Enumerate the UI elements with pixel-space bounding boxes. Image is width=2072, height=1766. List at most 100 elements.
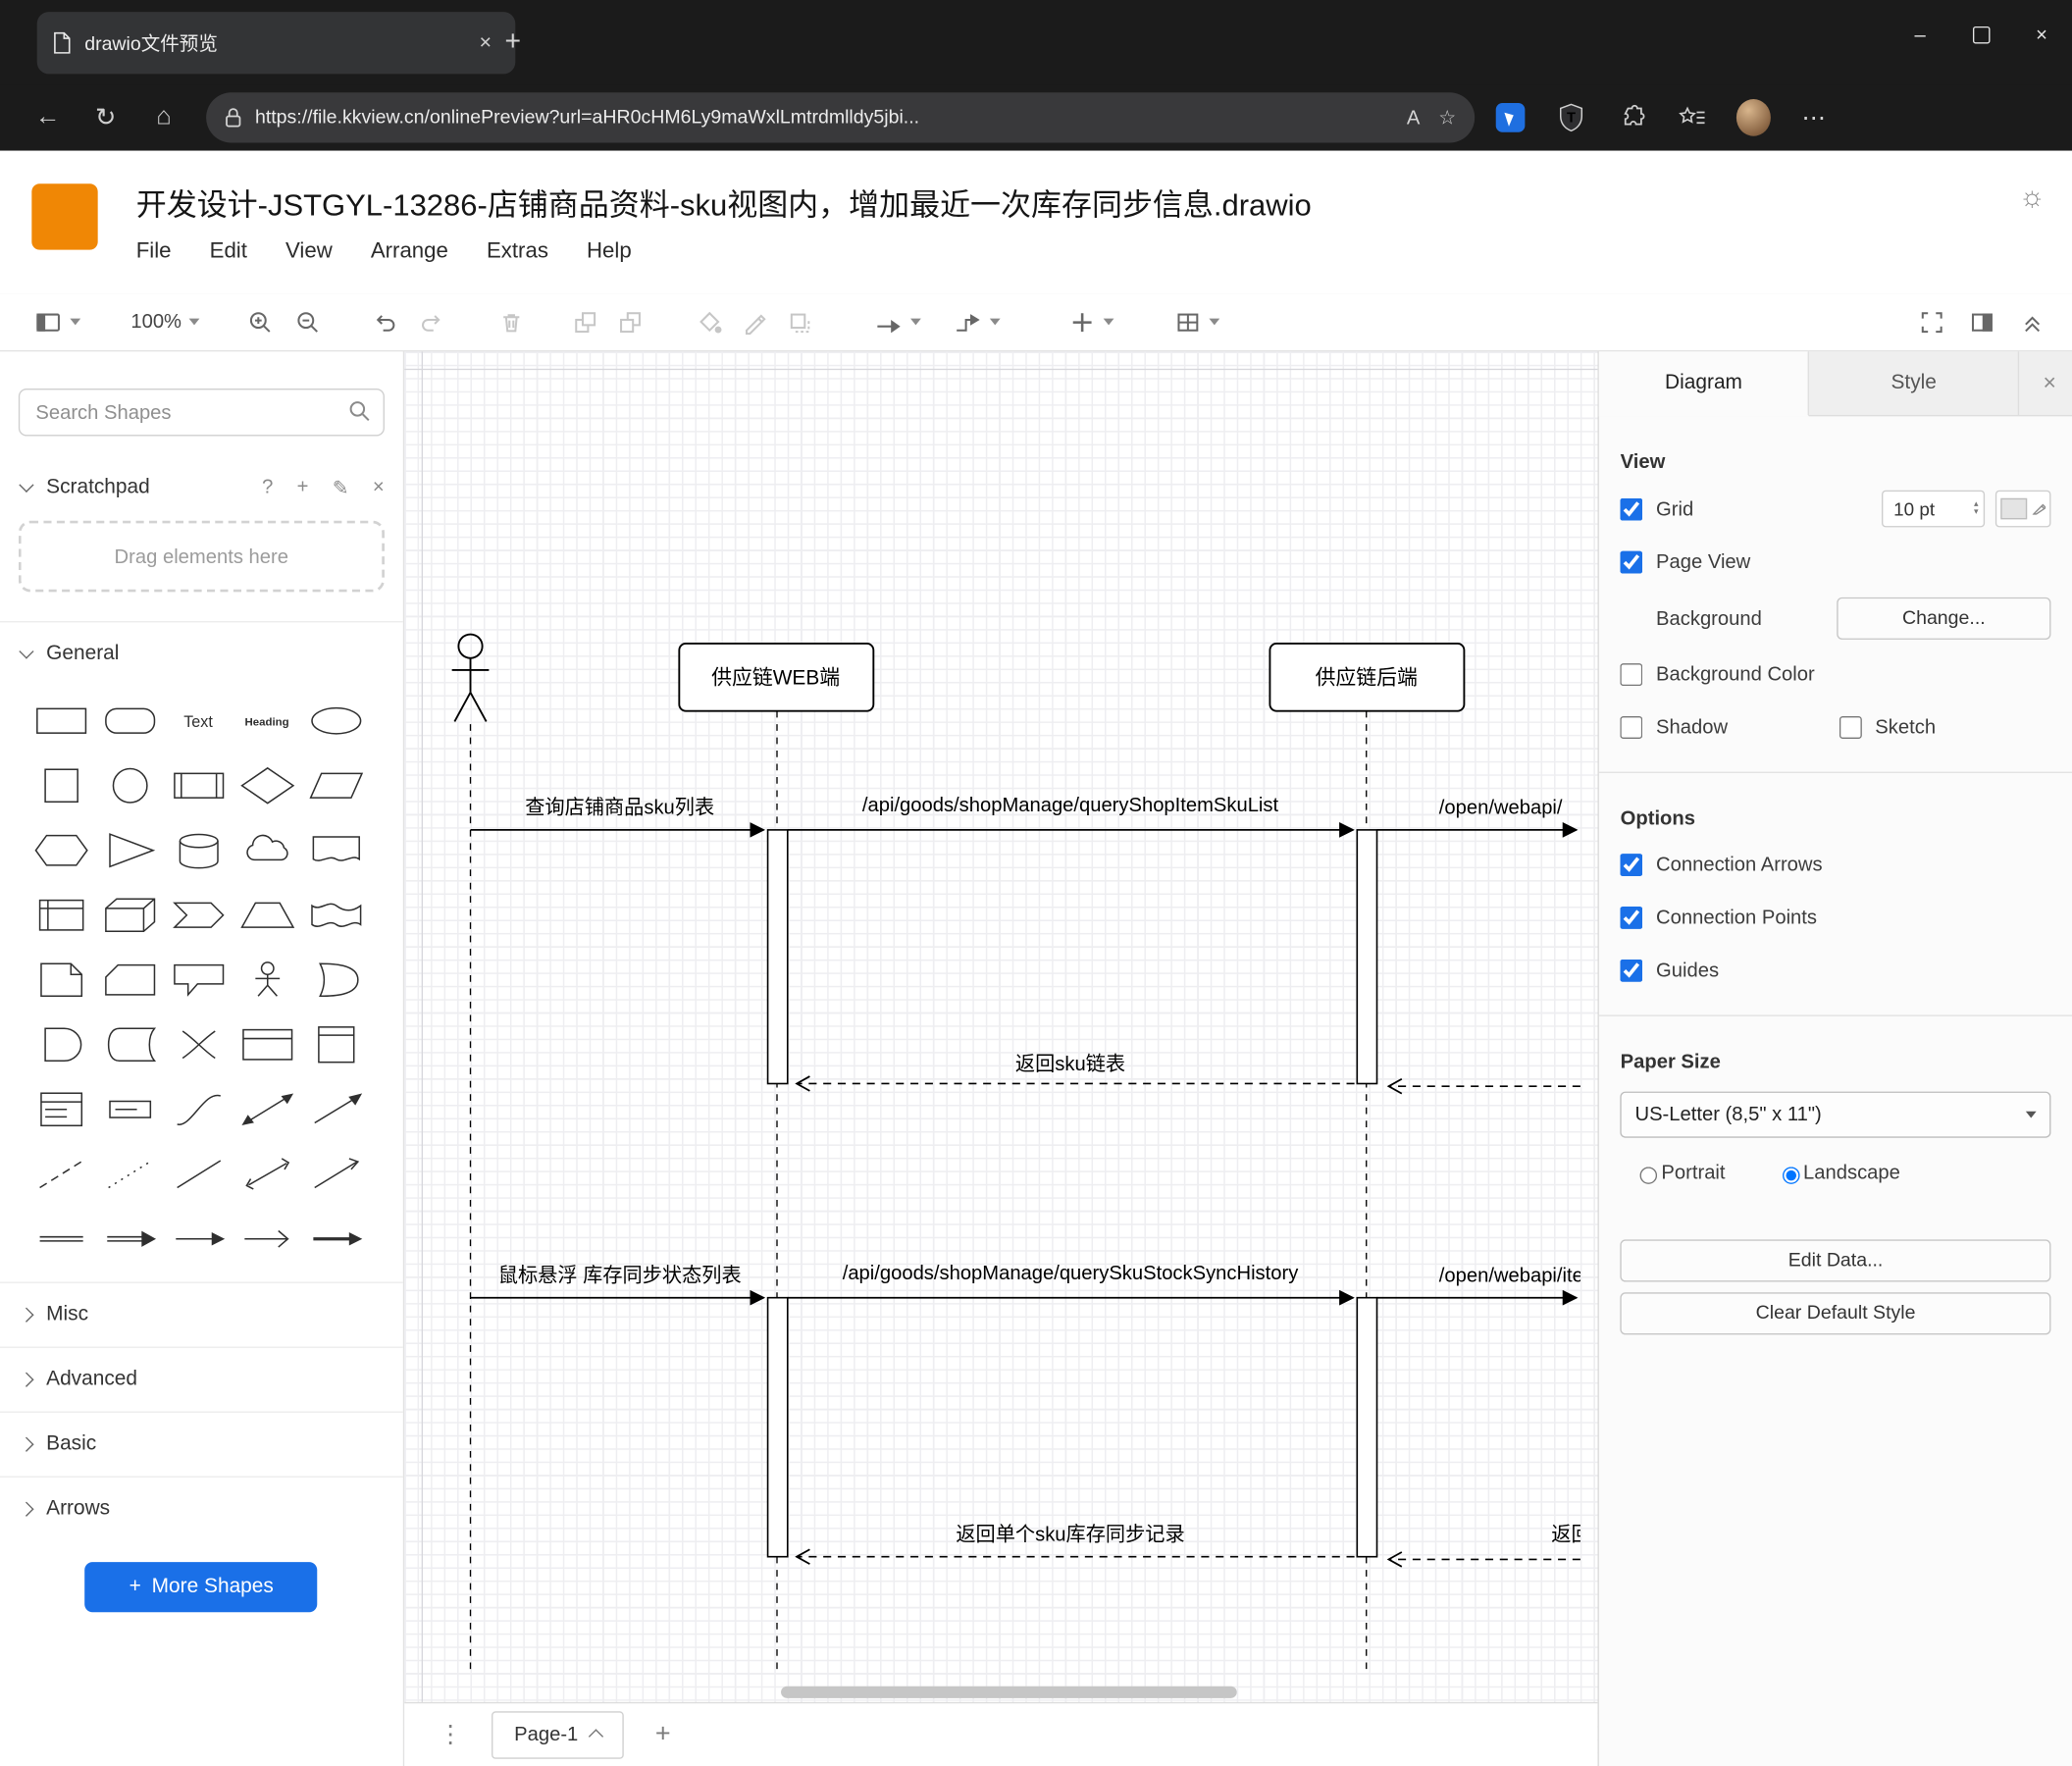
home-icon[interactable]: ⌂ — [134, 103, 192, 132]
theme-toggle-icon[interactable]: ☼ — [2019, 180, 2046, 214]
tab-style[interactable]: Style — [1809, 351, 2020, 415]
landscape-radio-option[interactable]: Landscape — [1776, 1162, 1900, 1184]
line-color-icon[interactable] — [742, 309, 768, 336]
shadow-icon[interactable] — [787, 309, 813, 336]
actor-figure[interactable] — [451, 633, 490, 722]
connection-style-button[interactable] — [874, 309, 922, 336]
shape-curve[interactable] — [164, 1077, 233, 1142]
shape-filled-edge[interactable] — [301, 1207, 370, 1272]
shape-rectangle[interactable] — [26, 689, 95, 753]
shape-hexagon[interactable] — [26, 818, 95, 883]
menu-file[interactable]: File — [136, 239, 172, 265]
favorites-bar-icon[interactable] — [1676, 100, 1710, 134]
shape-simple-arrow[interactable] — [164, 1207, 233, 1272]
section-general[interactable]: General — [0, 621, 403, 686]
extension-bird-icon[interactable] — [1493, 100, 1528, 134]
section-advanced[interactable]: Advanced — [0, 1346, 403, 1412]
refresh-icon[interactable]: ↻ — [77, 102, 134, 132]
shape-text[interactable]: Text — [164, 689, 233, 753]
landscape-radio[interactable] — [1782, 1166, 1799, 1184]
background-change-button[interactable]: Change... — [1837, 597, 2051, 640]
format-panel-toggle-icon[interactable] — [1969, 309, 1995, 336]
menu-arrange[interactable]: Arrange — [371, 239, 448, 265]
shape-document[interactable] — [301, 818, 370, 883]
shape-list-item[interactable] — [95, 1077, 164, 1142]
shape-cube[interactable] — [95, 883, 164, 948]
extension-shield-icon[interactable]: T — [1554, 100, 1588, 134]
add-page-button[interactable]: + — [655, 1719, 671, 1749]
sketch-checkbox[interactable] — [1839, 716, 1862, 739]
search-shapes-input[interactable] — [18, 388, 385, 437]
shape-square[interactable] — [26, 753, 95, 818]
section-basic[interactable]: Basic — [0, 1411, 403, 1477]
paper-size-select[interactable]: US-Letter (8,5" x 11") — [1620, 1091, 2051, 1138]
activation-bar[interactable] — [766, 829, 789, 1085]
portrait-radio[interactable] — [1639, 1166, 1658, 1184]
waypoint-style-button[interactable] — [954, 309, 1002, 336]
window-minimize-button[interactable]: – — [1890, 0, 1950, 69]
menu-view[interactable]: View — [285, 239, 333, 265]
scratchpad-close-icon[interactable]: × — [373, 476, 385, 499]
shape-process[interactable] — [164, 753, 233, 818]
to-front-icon[interactable] — [573, 309, 599, 336]
shape-or[interactable] — [301, 948, 370, 1013]
shape-directional-connector[interactable] — [301, 1142, 370, 1207]
shape-tape[interactable] — [301, 883, 370, 948]
to-back-icon[interactable] — [618, 309, 645, 336]
shape-link[interactable] — [26, 1207, 95, 1272]
shape-dashed-line[interactable] — [26, 1142, 95, 1207]
shape-vertical-container[interactable] — [301, 1013, 370, 1077]
pages-menu-icon[interactable]: ⋮ — [439, 1721, 462, 1748]
fullscreen-icon[interactable] — [1919, 309, 1945, 336]
shape-list[interactable] — [26, 1077, 95, 1142]
tab-diagram[interactable]: Diagram — [1599, 351, 1810, 417]
shape-arrow-link[interactable] — [95, 1207, 164, 1272]
shape-internal-storage[interactable] — [26, 883, 95, 948]
page-tab[interactable]: Page-1 — [491, 1710, 624, 1759]
window-close-button[interactable]: × — [2011, 0, 2072, 69]
shape-and[interactable] — [26, 1013, 95, 1077]
window-maximize-button[interactable] — [1950, 0, 2011, 69]
portrait-radio-option[interactable]: Portrait — [1633, 1162, 1726, 1184]
shape-dotted-line[interactable] — [95, 1142, 164, 1207]
menu-edit[interactable]: Edit — [210, 239, 247, 265]
zoom-in-icon[interactable] — [247, 309, 274, 336]
shape-callout[interactable] — [164, 948, 233, 1013]
edit-data-button[interactable]: Edit Data... — [1620, 1239, 2051, 1282]
shape-triangle[interactable] — [95, 818, 164, 883]
format-panel-close-icon[interactable]: × — [2019, 351, 2072, 415]
new-tab-button[interactable]: + — [505, 26, 522, 58]
shape-line[interactable] — [164, 1142, 233, 1207]
stepper-arrows-icon[interactable]: ▴ ▾ — [1974, 499, 1978, 516]
shape-directional-arrow[interactable] — [301, 1077, 370, 1142]
shape-parallelogram[interactable] — [301, 753, 370, 818]
activation-bar[interactable] — [766, 1296, 789, 1558]
scratchpad-dropzone[interactable]: Drag elements here — [18, 520, 385, 593]
shape-thin-arrow[interactable] — [233, 1207, 301, 1272]
shape-switch[interactable] — [164, 1013, 233, 1077]
diagram-canvas[interactable]: 供应链WEB端 供应链后端 查询店铺商品sku列表 /api/goods/sho… — [403, 351, 1598, 1766]
shape-diamond[interactable] — [233, 753, 301, 818]
browser-tab[interactable]: drawio文件预览 × — [36, 12, 516, 75]
profile-avatar[interactable] — [1735, 99, 1771, 136]
section-arrows[interactable]: Arrows — [0, 1476, 403, 1541]
activation-bar[interactable] — [1356, 1296, 1378, 1558]
shape-cloud[interactable] — [233, 818, 301, 883]
redo-icon[interactable] — [419, 309, 445, 336]
shape-trapezoid[interactable] — [233, 883, 301, 948]
guides-checkbox[interactable] — [1620, 959, 1643, 982]
horizontal-scrollbar[interactable] — [780, 1686, 1237, 1698]
delete-icon[interactable] — [498, 309, 525, 336]
shape-circle[interactable] — [95, 753, 164, 818]
extensions-puzzle-icon[interactable] — [1615, 100, 1649, 134]
shadow-checkbox[interactable] — [1620, 716, 1643, 739]
zoom-out-icon[interactable] — [295, 309, 322, 336]
shape-data-storage[interactable] — [95, 1013, 164, 1077]
scratchpad-help-icon[interactable]: ? — [262, 476, 273, 499]
grid-color-button[interactable] — [1994, 490, 2051, 528]
shape-card[interactable] — [95, 948, 164, 1013]
connection-arrows-checkbox[interactable] — [1620, 854, 1643, 877]
clear-default-style-button[interactable]: Clear Default Style — [1620, 1292, 2051, 1335]
scratchpad-add-icon[interactable]: + — [297, 476, 309, 499]
section-misc[interactable]: Misc — [0, 1281, 403, 1347]
